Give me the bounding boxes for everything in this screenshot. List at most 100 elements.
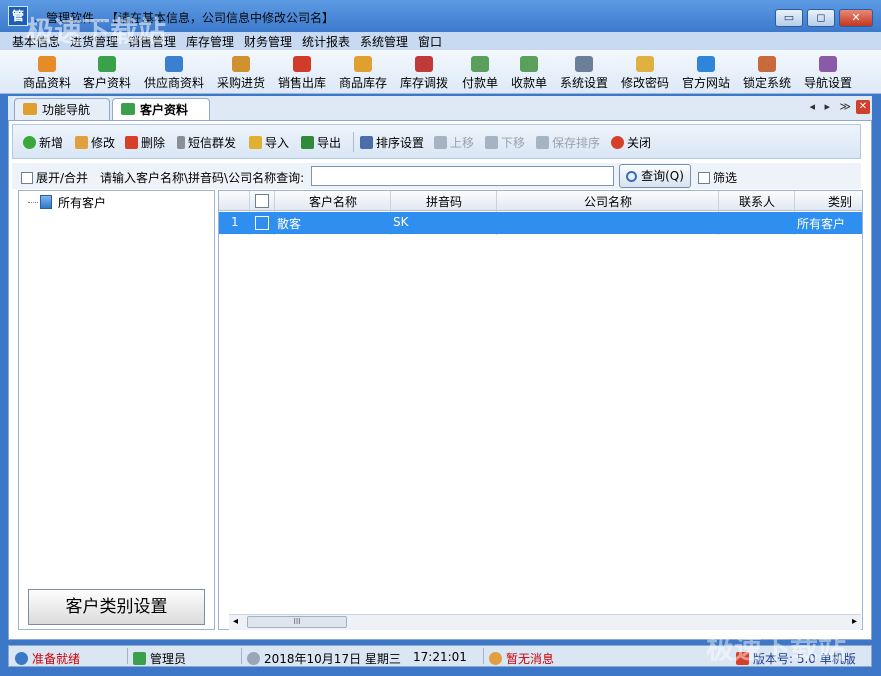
toolbar-purchase-button[interactable]: 采购进货 <box>214 52 268 92</box>
edit-icon <box>75 136 88 149</box>
nav-icon <box>819 56 837 72</box>
status-icon <box>15 652 28 665</box>
import-icon <box>249 136 262 149</box>
close-icon <box>611 136 624 149</box>
toolbar-sales-button[interactable]: 销售出库 <box>275 52 329 92</box>
status-message[interactable]: 暂无消息 <box>489 650 554 667</box>
customer-grid <box>218 190 863 630</box>
menu-window[interactable]: 窗口 <box>418 33 442 50</box>
column-header-name[interactable]: 客户名称 <box>275 193 391 210</box>
menu-inventory[interactable]: 库存管理 <box>186 33 234 50</box>
scroll-right-icon[interactable]: ▸ <box>852 616 857 627</box>
cell-pinyin: SK <box>393 215 409 229</box>
tab-function-nav[interactable]: 功能导航 <box>14 98 110 120</box>
sms-button[interactable]: 短信群发 <box>177 134 236 151</box>
pencil-icon <box>636 56 654 72</box>
message-icon <box>489 652 502 665</box>
filter-checkbox[interactable]: 筛选 <box>698 169 737 186</box>
delete-icon <box>125 136 138 149</box>
clock-icon <box>247 652 260 665</box>
expand-collapse-checkbox[interactable]: 展开/合并 <box>21 169 88 186</box>
tab-close-icon[interactable]: ✕ <box>856 100 870 114</box>
close-button[interactable]: 关闭 <box>611 134 651 151</box>
edit-button[interactable]: 修改 <box>75 134 115 151</box>
add-button[interactable]: 新增 <box>23 134 63 151</box>
toolbar-lock-button[interactable]: 锁定系统 <box>740 52 794 92</box>
status-user: 管理员 <box>133 650 186 667</box>
menu-finance[interactable]: 财务管理 <box>244 33 292 50</box>
menu-system[interactable]: 系统管理 <box>360 33 408 50</box>
export-button[interactable]: 导出 <box>301 134 341 151</box>
search-prompt-label: 请输入客户名称\拼音码\公司名称查询: <box>100 171 305 185</box>
toolbar-customer-button[interactable]: 客户资料 <box>80 52 134 92</box>
cell-name: 散客 <box>277 217 302 231</box>
grid-header: 客户名称 拼音码 公司名称 联系人 类别 <box>219 191 862 211</box>
truck-icon <box>232 56 250 72</box>
toolbar-receipt-button[interactable]: 收款单 <box>507 52 551 92</box>
save-icon <box>536 136 549 149</box>
folder-icon <box>40 195 52 209</box>
status-date: 2018年10月17日 星期三 <box>247 650 401 667</box>
excel-icon <box>301 136 314 149</box>
scrollbar-thumb[interactable]: III <box>247 616 347 628</box>
toolbar-supplier-button[interactable]: 供应商资料 <box>140 52 208 92</box>
row-checkbox[interactable] <box>255 216 269 230</box>
toolbar-nav-settings-button[interactable]: 导航设置 <box>801 52 855 92</box>
toolbar-stock-button[interactable]: 商品库存 <box>336 52 390 92</box>
nav-tab-icon <box>23 103 37 115</box>
settings-icon <box>575 56 593 72</box>
basket-icon <box>293 56 311 72</box>
move-down-button[interactable]: 下移 <box>485 134 525 151</box>
maximize-button[interactable]: ◻ <box>807 9 835 27</box>
column-header-company[interactable]: 公司名称 <box>497 193 719 210</box>
watermark: 极速下载站 <box>706 632 847 665</box>
sort-icon <box>360 136 373 149</box>
tab-strip: 功能导航 客户资料 ◂ ▸ ≫ ✕ <box>8 96 872 120</box>
supplier-icon <box>165 56 183 72</box>
toolbar-website-button[interactable]: 官方网站 <box>679 52 733 92</box>
user-icon <box>133 652 146 665</box>
add-icon <box>23 136 36 149</box>
sort-settings-button[interactable]: 排序设置 <box>360 134 424 151</box>
table-row[interactable]: 1 散客 SK 所有客户 <box>219 212 862 234</box>
customer-category-settings-button[interactable]: 客户类别设置 <box>28 589 205 625</box>
save-sort-button[interactable]: 保存排序 <box>536 134 600 151</box>
close-window-button[interactable]: ✕ <box>839 9 873 27</box>
tree-node-all-customers[interactable]: 所有客户 <box>28 194 106 211</box>
toolbar-password-button[interactable]: 修改密码 <box>618 52 672 92</box>
move-up-button[interactable]: 上移 <box>434 134 474 151</box>
tab-scroll-controls[interactable]: ◂ ▸ ≫ <box>809 100 854 113</box>
column-header-pinyin[interactable]: 拼音码 <box>391 193 497 210</box>
select-all-checkbox[interactable] <box>255 194 269 208</box>
app-icon: 管 <box>8 6 28 26</box>
toolbar-settings-button[interactable]: 系统设置 <box>557 52 611 92</box>
tab-customer-data[interactable]: 客户资料 <box>112 98 210 120</box>
receipt-icon <box>520 56 538 72</box>
customer-tab-icon <box>121 103 135 115</box>
menu-reports[interactable]: 统计报表 <box>302 33 350 50</box>
search-input[interactable] <box>311 166 614 186</box>
column-header-category[interactable]: 类别 <box>795 193 862 210</box>
import-button[interactable]: 导入 <box>249 134 289 151</box>
move-down-icon <box>485 136 498 149</box>
delete-button[interactable]: 删除 <box>125 134 165 151</box>
scroll-left-icon[interactable]: ◂ <box>233 616 238 627</box>
status-ready: 准备就绪 <box>15 650 80 667</box>
toolbar-transfer-button[interactable]: 库存调拨 <box>397 52 451 92</box>
search-icon <box>626 171 638 182</box>
customer-category-tree <box>18 190 215 630</box>
column-header-contact[interactable]: 联系人 <box>719 193 795 210</box>
action-separator <box>353 132 354 152</box>
toolbar-goods-button[interactable]: 商品资料 <box>20 52 74 92</box>
watermark: 极速下载站 <box>26 15 167 48</box>
sms-icon <box>177 136 185 149</box>
cell-category: 所有客户 <box>797 217 846 231</box>
customer-icon <box>98 56 116 72</box>
move-up-icon <box>434 136 447 149</box>
query-button[interactable]: 查询(Q) <box>619 164 691 188</box>
toolbar-payment-button[interactable]: 付款单 <box>458 52 502 92</box>
stock-icon <box>354 56 372 72</box>
status-time: 17:21:01 <box>413 650 467 664</box>
payment-icon <box>471 56 489 72</box>
minimize-button[interactable]: ▭ <box>775 9 803 27</box>
